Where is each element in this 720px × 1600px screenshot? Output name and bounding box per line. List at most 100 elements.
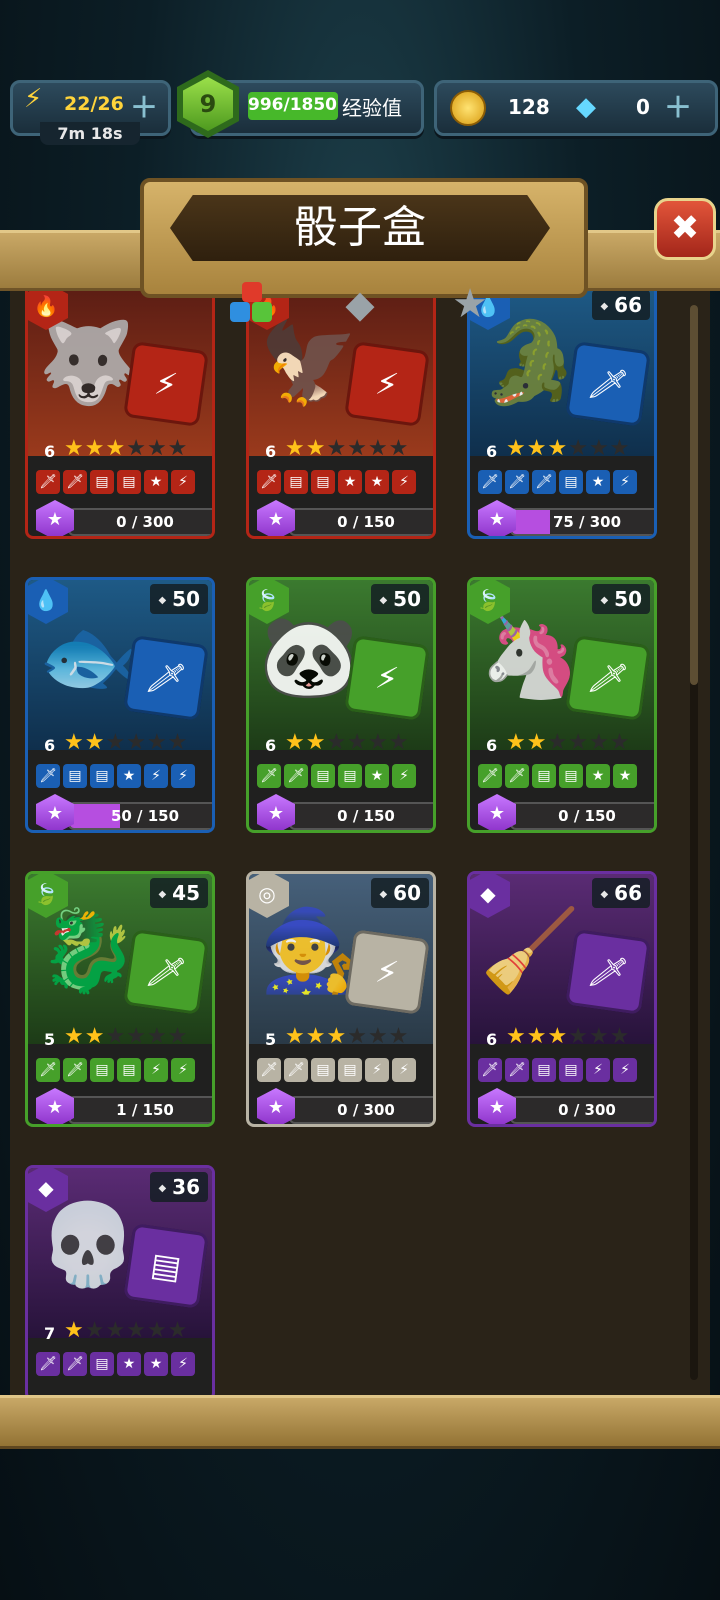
- tab-color-filter[interactable]: [228, 280, 276, 328]
- card-progress-text: 0 / 150: [337, 513, 395, 531]
- star-empty-icon: ★: [367, 730, 389, 755]
- hydra-icon: 🐉: [38, 904, 138, 997]
- card-rank: 5: [265, 1030, 277, 1049]
- die-faces: 🗡 🗡 ▤ ▤ ⚡ ⚡: [478, 1058, 637, 1082]
- die-icon: 🗡: [565, 635, 651, 721]
- card-rank: 6: [486, 442, 498, 461]
- die-face-icon: 🗡: [63, 1352, 87, 1376]
- star-filled-icon: ★: [506, 1024, 527, 1049]
- star-filled-icon: ★: [285, 730, 306, 755]
- card-progress: 75 / 300: [510, 508, 654, 536]
- die-face-icon: ▤: [284, 470, 308, 494]
- star-empty-icon: ★: [588, 1024, 610, 1049]
- star-filled-icon: ★: [105, 436, 127, 461]
- tab-gem-filter[interactable]: ◆: [336, 280, 384, 328]
- card-progress: 0 / 300: [510, 1096, 654, 1124]
- close-button[interactable]: ✖: [654, 198, 716, 260]
- dice-card-wizard[interactable]: 🧙⚡60◎5★★★★★★🗡🗡▤▤⚡⚡0 / 300★: [246, 871, 436, 1127]
- star-empty-icon: ★: [568, 1024, 589, 1049]
- star-empty-icon: ★: [146, 1024, 168, 1049]
- die-face-icon: ⚡: [144, 764, 168, 788]
- die-faces: 🗡 ▤ ▤ ★ ★ ⚡: [257, 470, 416, 494]
- die-icon: ▤: [123, 1223, 209, 1309]
- card-gem-count: 45: [150, 878, 208, 908]
- dice-card-fish[interactable]: 🐟🗡50💧6★★★★★★🗡▤▤★⚡⚡50 / 150★: [25, 577, 215, 833]
- die-face-icon: ▤: [311, 764, 335, 788]
- die-face-icon: ⚡: [365, 1058, 389, 1082]
- star-rating: ★★★★★★: [285, 1024, 409, 1049]
- die-face-icon: 🗡: [257, 1058, 281, 1082]
- footer-plank: [0, 1395, 720, 1449]
- star-filled-icon: ★: [526, 730, 548, 755]
- die-face-icon: ▤: [532, 1058, 556, 1082]
- card-rank: 6: [44, 736, 56, 755]
- star-empty-icon: ★: [105, 730, 127, 755]
- panda-icon: 🐼: [259, 610, 359, 703]
- blue-hex-icon: [230, 302, 250, 322]
- die-face-icon: ★: [117, 1352, 141, 1376]
- star-filled-icon: ★: [547, 1024, 569, 1049]
- card-rank: 6: [486, 1030, 498, 1049]
- die-icon: ⚡: [123, 341, 209, 427]
- die-face-icon: ▤: [559, 470, 583, 494]
- star-empty-icon: ★: [146, 1318, 168, 1343]
- green-hex-icon: [252, 302, 272, 322]
- star-empty-icon: ★: [126, 730, 147, 755]
- card-progress: 0 / 300: [68, 508, 212, 536]
- die-faces: 🗡 ▤ ▤ ★ ⚡ ⚡: [36, 764, 195, 788]
- star-empty-icon: ★: [126, 1318, 147, 1343]
- die-icon: ⚡: [344, 929, 430, 1015]
- scrollbar-thumb[interactable]: [690, 305, 698, 685]
- skeleton-icon: 💀: [38, 1198, 138, 1291]
- star-empty-icon: ★: [126, 1024, 147, 1049]
- star-empty-icon: ★: [146, 730, 168, 755]
- dice-card-witch[interactable]: 🧹🗡66◆6★★★★★★🗡🗡▤▤⚡⚡0 / 300★: [467, 871, 657, 1127]
- die-icon: 🗡: [123, 635, 209, 721]
- dice-card-hydra[interactable]: 🐉🗡45🍃5★★★★★★🗡🗡▤▤⚡⚡1 / 150★: [25, 871, 215, 1127]
- die-face-icon: ▤: [90, 1058, 114, 1082]
- star-filled-icon: ★: [526, 1024, 548, 1049]
- die-face-icon: 🗡: [284, 1058, 308, 1082]
- die-face-icon: ⚡: [613, 1058, 637, 1082]
- dice-card-panda[interactable]: 🐼⚡50🍃6★★★★★★🗡🗡▤▤★⚡0 / 150★: [246, 577, 436, 833]
- die-face-icon: ▤: [559, 1058, 583, 1082]
- die-face-icon: ▤: [338, 1058, 362, 1082]
- star-empty-icon: ★: [367, 436, 389, 461]
- star-filled-icon: ★: [526, 436, 548, 461]
- card-gem-count: 36: [150, 1172, 208, 1202]
- red-hex-icon: [242, 282, 262, 302]
- die-face-icon: ⚡: [171, 1352, 195, 1376]
- card-rank: 6: [265, 736, 277, 755]
- card-rank: 6: [265, 442, 277, 461]
- add-energy-button[interactable]: ＋: [130, 86, 158, 126]
- dice-card-wolf[interactable]: 🐺 ⚡ 🔥 6 ★★★★★★ 🗡 🗡 ▤ ▤ ★ ⚡ 0 / 300 ★: [25, 283, 215, 539]
- die-faces: 🗡 🗡 ▤ ★ ★ ⚡: [36, 1352, 195, 1376]
- card-progress: 1 / 150: [68, 1096, 212, 1124]
- die-icon: 🗡: [565, 341, 651, 427]
- star-filled-icon: ★: [64, 436, 85, 461]
- die-face-icon: ★: [613, 764, 637, 788]
- star-rating: ★★★★★★: [285, 730, 409, 755]
- die-face-icon: 🗡: [63, 470, 87, 494]
- die-faces: 🗡 🗡 ▤ ▤ ★ ⚡: [36, 470, 195, 494]
- die-face-icon: 🗡: [478, 470, 502, 494]
- card-progress-text: 75 / 300: [552, 513, 622, 531]
- card-rank: 5: [44, 1030, 56, 1049]
- dice-card-unicorn[interactable]: 🦄🗡50🍃6★★★★★★🗡🗡▤▤★★0 / 150★: [467, 577, 657, 833]
- star-empty-icon: ★: [347, 436, 368, 461]
- die-face-icon: 🗡: [284, 764, 308, 788]
- tab-star-filter[interactable]: ★: [446, 280, 494, 328]
- die-face-icon: ⚡: [586, 1058, 610, 1082]
- wizard-icon: 🧙: [259, 904, 359, 997]
- card-progress-text: 0 / 300: [337, 1101, 395, 1119]
- die-face-icon: ▤: [90, 1352, 114, 1376]
- die-faces: 🗡 🗡 ▤ ▤ ★ ★: [478, 764, 637, 788]
- dice-card-skeleton[interactable]: 💀▤36◆7★★★★★★🗡🗡▤★★⚡: [25, 1165, 215, 1401]
- star-empty-icon: ★: [167, 730, 189, 755]
- die-face-icon: ★: [365, 470, 389, 494]
- add-gems-button[interactable]: ＋: [664, 86, 692, 126]
- star-rating: ★★★★★★: [64, 1318, 188, 1343]
- card-progress-text: 0 / 150: [558, 807, 616, 825]
- dice-card-crocodile[interactable]: 🐊🗡66💧6★★★★★★🗡🗡🗡▤★⚡75 / 300★: [467, 283, 657, 539]
- die-face-icon: 🗡: [36, 470, 60, 494]
